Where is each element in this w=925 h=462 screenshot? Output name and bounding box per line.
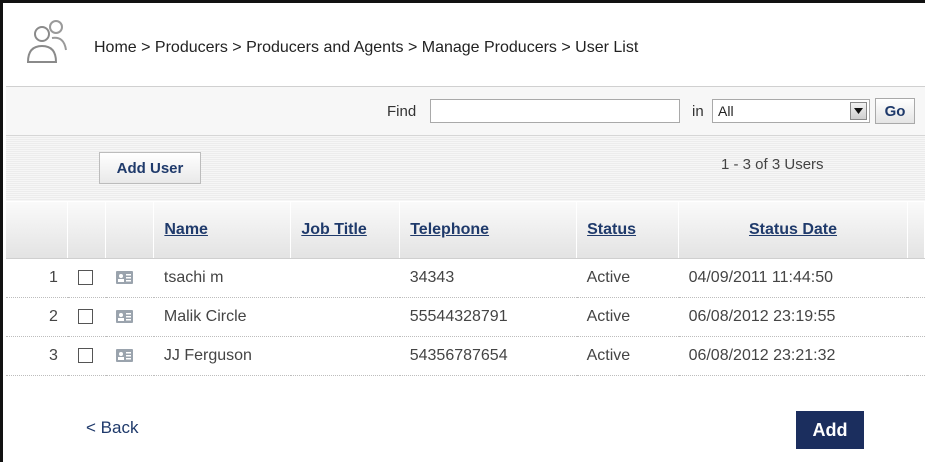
cell-status-date: 04/09/2011 11:44:50 (678, 258, 908, 298)
search-input[interactable] (430, 99, 680, 123)
back-link[interactable]: < Back (86, 418, 138, 438)
row-select-cell (67, 297, 106, 337)
contact-card-icon[interactable] (115, 310, 133, 324)
result-count: 1 - 3 of 3 Users (721, 156, 824, 173)
column-header-telephone[interactable]: Telephone (399, 202, 578, 259)
cell-status: Active (576, 336, 679, 376)
row-checkbox[interactable] (77, 270, 93, 286)
cell-name: tsachi m (153, 258, 291, 298)
go-button[interactable]: Go (875, 98, 915, 124)
header-filler (907, 202, 925, 259)
cell-filler (907, 336, 925, 376)
cell-name: JJ Ferguson (153, 336, 291, 376)
breadcrumb-bar: Home > Producers > Producers and Agents … (6, 6, 925, 87)
add-user-button[interactable]: Add User (99, 152, 201, 184)
cell-status: Active (576, 258, 679, 298)
toolbar: Add User 1 - 3 of 3 Users (6, 136, 925, 201)
header-icon (105, 202, 155, 259)
user-table: Name Job Title Telephone Status Status D… (6, 202, 925, 376)
cell-job-title (290, 336, 400, 376)
contact-card-icon[interactable] (115, 349, 133, 363)
table-row[interactable]: 1 tsachi m 34343 Active 04/09/2011 11:44… (6, 258, 925, 298)
column-header-name[interactable]: Name (153, 202, 292, 259)
header-row-number (6, 202, 69, 259)
table-row[interactable]: 2 Malik Circle 55544328791 Active 06/08/… (6, 297, 925, 337)
cell-filler (907, 297, 925, 337)
cell-filler (907, 258, 925, 298)
row-number: 1 (6, 258, 68, 298)
breadcrumb: Home > Producers > Producers and Agents … (94, 39, 639, 56)
add-button[interactable]: Add (796, 411, 864, 449)
column-header-status-date[interactable]: Status Date (678, 202, 908, 259)
search-scope-value: All (718, 103, 734, 119)
in-label: in (692, 103, 704, 120)
search-scope-select[interactable]: All (712, 99, 870, 123)
row-icon-cell (105, 297, 154, 337)
cell-telephone: 54356787654 (399, 336, 577, 376)
row-select-cell (67, 336, 106, 376)
column-header-status-date-label[interactable]: Status Date (749, 221, 837, 238)
user-list-page: Home > Producers > Producers and Agents … (0, 0, 925, 462)
row-number: 3 (6, 336, 68, 376)
row-icon-cell (105, 258, 154, 298)
cell-status: Active (576, 297, 679, 337)
column-header-job-title[interactable]: Job Title (290, 202, 401, 259)
table-row[interactable]: 3 JJ Ferguson 54356787654 Active 06/08/2… (6, 336, 925, 376)
cell-job-title (290, 258, 400, 298)
column-header-name-label[interactable]: Name (164, 221, 208, 238)
column-header-job-title-label[interactable]: Job Title (301, 221, 367, 238)
chevron-down-icon[interactable] (850, 102, 867, 120)
row-icon-cell (105, 336, 154, 376)
row-number: 2 (6, 297, 68, 337)
users-group-icon (26, 20, 67, 63)
header-select (67, 202, 107, 259)
column-header-status-label[interactable]: Status (587, 221, 636, 238)
search-bar: Find in All Go (6, 87, 925, 136)
cell-status-date: 06/08/2012 23:19:55 (678, 297, 908, 337)
row-checkbox[interactable] (77, 309, 93, 325)
contact-card-icon[interactable] (115, 271, 133, 285)
cell-telephone: 34343 (399, 258, 577, 298)
find-label: Find (387, 103, 417, 120)
cell-name: Malik Circle (153, 297, 291, 337)
column-header-telephone-label[interactable]: Telephone (410, 221, 489, 238)
cell-telephone: 55544328791 (399, 297, 577, 337)
cell-job-title (290, 297, 400, 337)
column-header-status[interactable]: Status (576, 202, 680, 259)
table-header-row: Name Job Title Telephone Status Status D… (6, 202, 925, 259)
row-checkbox[interactable] (77, 348, 93, 364)
cell-status-date: 06/08/2012 23:21:32 (678, 336, 908, 376)
row-select-cell (67, 258, 106, 298)
